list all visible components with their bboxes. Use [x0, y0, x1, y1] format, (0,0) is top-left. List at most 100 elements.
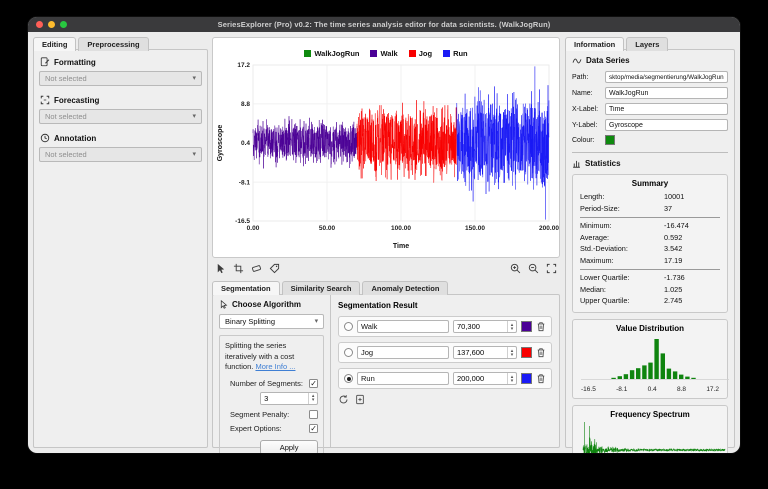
segmentation-result-heading: Segmentation Result [338, 301, 418, 310]
tab-layers[interactable]: Layers [626, 37, 669, 51]
x-label-input[interactable] [605, 103, 728, 115]
legend-swatch [370, 49, 378, 57]
stat-row: Minimum: -16.474 [580, 221, 689, 230]
option-row: Number of Segments: ✓ [230, 378, 319, 388]
result-row: ▴▾ [338, 316, 552, 337]
result-color-swatch[interactable] [521, 321, 532, 332]
field-row: Path: [572, 71, 728, 83]
fit-view-icon[interactable] [546, 263, 557, 274]
field-row: Y-Label: [572, 119, 728, 131]
segment-value-input[interactable] [454, 347, 507, 358]
annotation-dropdown[interactable]: Not selected ▾ [39, 147, 202, 162]
legend-item[interactable]: WalkJogRun [304, 49, 359, 58]
expand-brackets-icon [40, 95, 50, 105]
export-file-icon[interactable] [355, 394, 365, 405]
spinner-arrows[interactable]: ▴ ▾ [507, 347, 516, 358]
segment-name-input[interactable] [357, 346, 449, 359]
y-label-input[interactable] [605, 119, 728, 131]
field-row: X-Label: [572, 103, 728, 115]
segment-value-spinner: ▴▾ [453, 372, 517, 385]
algo-option-checkbox[interactable] [309, 409, 319, 419]
option-row: Expert Options: ✓ [230, 423, 319, 433]
name-input[interactable] [605, 87, 728, 99]
svg-text:Time: Time [393, 243, 409, 250]
option-row: Segment Penalty: [225, 409, 319, 419]
stat-row: Length: 10001 [580, 192, 685, 201]
result-radio[interactable] [344, 322, 353, 331]
frequency-spectrum-chart [582, 419, 726, 453]
chevron-down-icon: ▾ [192, 75, 196, 82]
path-input[interactable] [605, 71, 728, 83]
minimize-button[interactable] [48, 21, 55, 28]
trash-icon[interactable] [536, 347, 546, 358]
segments-count-input[interactable] [261, 392, 309, 404]
tab-similarity-search[interactable]: Similarity Search [281, 281, 361, 295]
forecasting-dropdown[interactable]: Not selected ▾ [39, 109, 202, 124]
left-panel: Editing Preprocessing Formatting Not sel… [33, 37, 208, 448]
stat-row: Maximum: 17.19 [580, 255, 683, 265]
algo-option-checkbox[interactable]: ✓ [309, 378, 319, 388]
eraser-tool-icon[interactable] [251, 263, 262, 274]
frequency-spectrum-title: Frequency Spectrum [610, 409, 690, 419]
series-colour-swatch[interactable] [605, 135, 615, 145]
segments-count-spinner: ▴▾ [260, 391, 319, 405]
segment-value-input[interactable] [454, 321, 507, 332]
tick-label: 8.8 [676, 385, 687, 393]
apply-button[interactable]: Apply [260, 439, 319, 453]
right-tabbar: Information Layers [565, 37, 735, 51]
segmentation-panel: Choose Algorithm Binary Splitting ▾ Spli… [212, 294, 560, 453]
pointer-tool-icon[interactable] [215, 263, 226, 274]
stat-row: Period-Size: 37 [580, 203, 673, 213]
zoom-in-icon[interactable] [510, 263, 521, 274]
legend-item[interactable]: Run [443, 49, 468, 58]
trash-icon[interactable] [536, 321, 546, 332]
chevron-down-icon: ▾ [192, 113, 196, 120]
result-radio[interactable] [344, 374, 353, 383]
tab-information[interactable]: Information [565, 37, 625, 51]
segment-name-input[interactable] [357, 372, 449, 385]
stat-row: Lower Quartile: -1.736 [580, 273, 685, 282]
legend-item[interactable]: Walk [370, 49, 398, 58]
spinner-arrows[interactable]: ▴ ▾ [507, 373, 516, 384]
crop-tool-icon[interactable] [233, 263, 244, 274]
tag-tool-icon[interactable] [269, 263, 280, 274]
divider [580, 216, 720, 218]
editing-panel: Formatting Not selected ▾ Forecasting No… [33, 49, 208, 448]
spinner-arrows[interactable]: ▴ ▾ [308, 392, 317, 404]
algo-option-checkbox[interactable]: ✓ [309, 423, 319, 433]
tab-editing[interactable]: Editing [33, 37, 77, 51]
result-row: ▴▾ [338, 342, 552, 363]
tab-anomaly-detection[interactable]: Anomaly Detection [362, 281, 449, 295]
legend-item[interactable]: Jog [408, 49, 432, 58]
spinner-arrows[interactable]: ▴ ▾ [507, 321, 516, 332]
svg-text:150.00: 150.00 [465, 225, 485, 232]
tick-label: -8.1 [616, 385, 628, 393]
data-series-heading: Data Series [586, 56, 630, 65]
segment-value-spinner: ▴▾ [453, 320, 517, 333]
analysis-tabbar: Segmentation Similarity Search Anomaly D… [212, 281, 560, 295]
content: Editing Preprocessing Formatting Not sel… [28, 32, 740, 453]
value-distribution-card: Value Distribution -16.5 -8.1 0.4 8.8 17.2 [572, 318, 729, 399]
tab-segmentation[interactable]: Segmentation [212, 281, 280, 295]
segment-name-input[interactable] [357, 320, 449, 333]
result-color-swatch[interactable] [521, 347, 532, 358]
result-radio[interactable] [344, 348, 353, 357]
segment-value-input[interactable] [454, 373, 507, 384]
close-button[interactable] [36, 21, 43, 28]
information-panel: Data Series Path: Name: X-Label: [565, 49, 735, 453]
trash-icon[interactable] [536, 373, 546, 384]
window-title: SeriesExplorer (Pro) v0.2: The time seri… [217, 20, 551, 29]
refresh-icon[interactable] [338, 394, 349, 405]
algorithm-dropdown[interactable]: Binary Splitting ▾ [219, 314, 325, 329]
formatting-dropdown[interactable]: Not selected ▾ [39, 71, 202, 86]
maximize-button[interactable] [60, 21, 67, 28]
more-info-link[interactable]: More Info ... [255, 362, 295, 371]
zoom-out-icon[interactable] [528, 263, 539, 274]
svg-text:17.2: 17.2 [237, 62, 250, 69]
result-color-swatch[interactable] [521, 373, 532, 384]
analysis-section: Segmentation Similarity Search Anomaly D… [212, 281, 560, 453]
formatting-label: Formatting [54, 57, 96, 67]
tab-preprocessing[interactable]: Preprocessing [78, 37, 149, 51]
svg-text:200.00: 200.00 [539, 225, 559, 232]
main-chart[interactable]: 17.28.80.4-8.1-16.50.00 50.00 100.00 150.00… [213, 59, 559, 251]
